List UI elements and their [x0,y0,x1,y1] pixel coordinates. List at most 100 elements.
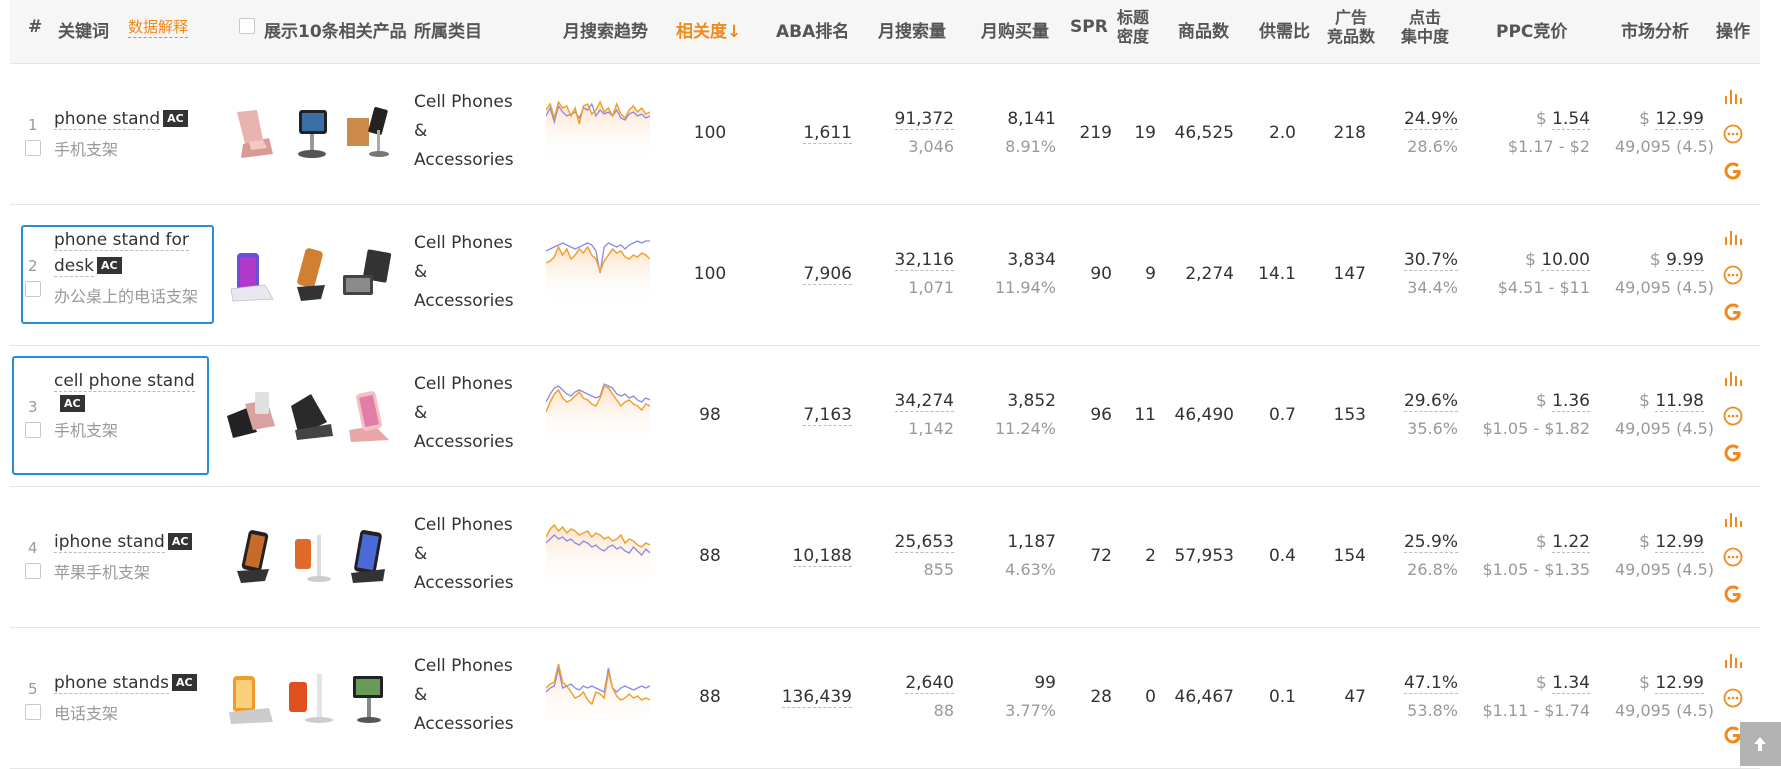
more-icon[interactable] [1723,265,1743,285]
chart-icon[interactable] [1723,650,1743,670]
relevance-value: 100 [693,123,727,143]
col-ppc[interactable]: PPC竞价 [1496,17,1567,42]
click-concentration-sub: 34.4% [1407,278,1458,297]
col-purchase-vol[interactable]: 月购买量 [981,17,1049,42]
col-search-vol[interactable]: 月搜索量 [878,17,946,42]
row-checkbox[interactable] [25,140,41,156]
ppc-bid[interactable]: 1.22 [1552,532,1590,553]
product-thumbnail[interactable] [281,245,339,305]
row-checkbox[interactable] [25,704,41,720]
market-currency: $ [1639,532,1650,552]
product-thumbnail[interactable] [223,245,281,305]
scroll-top-button[interactable] [1740,722,1781,766]
product-thumbnail[interactable] [281,386,339,446]
trend-sparkline[interactable] [546,235,650,305]
trend-sparkline[interactable] [546,517,650,587]
ppc-range: $4.51 - $11 [1497,278,1590,297]
product-thumbnail[interactable] [223,527,281,587]
show10-checkbox[interactable] [239,18,255,34]
ppc-bid[interactable]: 10.00 [1541,250,1590,271]
market-reviews: 49,095 (4.5) [1615,701,1714,720]
more-icon[interactable] [1723,547,1743,567]
more-icon[interactable] [1723,688,1743,708]
chart-icon[interactable] [1723,509,1743,529]
row-number: 1 [28,116,38,134]
supply-demand-ratio: 0.7 [1268,405,1296,425]
col-title-density[interactable]: 标题 密度 [1117,8,1149,46]
click-concentration[interactable]: 29.6% [1403,391,1458,412]
aba-rank[interactable]: 10,188 [792,546,852,567]
row-checkbox[interactable] [25,563,41,579]
market-price[interactable]: 9.99 [1666,250,1704,271]
spr-value: 28 [1090,687,1112,707]
click-concentration[interactable]: 30.7% [1403,250,1458,271]
col-spr[interactable]: SPR [1070,17,1108,37]
col-ops: 操作 [1716,22,1750,42]
col-ad-products[interactable]: 广告 竞品数 [1327,8,1375,46]
product-count: 2,274 [1185,264,1234,284]
relevance-value: 98 [699,405,721,425]
search-volume[interactable]: 25,653 [894,532,954,553]
product-thumbnail[interactable] [223,386,281,446]
product-thumbnail[interactable] [339,527,397,587]
trend-sparkline[interactable] [546,658,650,728]
col-products[interactable]: 商品数 [1178,17,1229,42]
chart-icon[interactable] [1723,227,1743,247]
product-thumbnail[interactable] [339,104,397,164]
google-icon[interactable] [1723,584,1743,604]
product-thumbnail[interactable] [281,668,339,728]
aba-rank[interactable]: 136,439 [781,687,852,708]
trend-sparkline[interactable] [546,94,650,164]
ppc-bid[interactable]: 1.36 [1552,391,1590,412]
search-volume[interactable]: 34,274 [894,391,954,412]
market-price[interactable]: 12.99 [1655,532,1704,553]
market-price[interactable]: 12.99 [1655,109,1704,130]
market-price[interactable]: 11.98 [1655,391,1704,412]
category-cell: Cell Phones & Accessories [414,656,514,734]
product-thumbnail[interactable] [339,245,397,305]
search-volume[interactable]: 2,640 [905,673,954,694]
keyword-text[interactable]: iphone stand [54,532,165,553]
chart-icon[interactable] [1723,368,1743,388]
trend-sparkline[interactable] [546,376,650,446]
aba-rank[interactable]: 7,906 [803,264,852,285]
col-keyword[interactable]: 关键词 [58,17,109,42]
col-category: 所属类目 [414,22,482,42]
product-thumbnail[interactable] [223,668,281,728]
chart-icon[interactable] [1723,86,1743,106]
market-price[interactable]: 12.99 [1655,673,1704,694]
col-supply-demand[interactable]: 供需比 [1259,17,1310,42]
click-concentration[interactable]: 25.9% [1403,532,1458,553]
keyword-text[interactable]: phone stands [54,673,169,694]
product-thumbnail[interactable] [281,104,339,164]
keyword-translation: 电话支架 [54,704,119,723]
col-market[interactable]: 市场分析 [1621,17,1689,42]
aba-rank[interactable]: 1,611 [803,123,852,144]
spr-value: 72 [1090,546,1112,566]
col-click-concentration[interactable]: 点击 集中度 [1401,8,1449,46]
google-icon[interactable] [1723,443,1743,463]
category-cell: Cell Phones & Accessories [414,515,514,593]
product-thumbnail[interactable] [339,386,397,446]
search-volume[interactable]: 91,372 [894,109,954,130]
keyword-text[interactable]: phone stand [54,109,161,130]
product-thumbnail[interactable] [339,668,397,728]
google-icon[interactable] [1723,302,1743,322]
google-icon[interactable] [1723,161,1743,181]
col-aba[interactable]: ABA排名 [776,17,849,42]
title-density-value: 11 [1134,405,1156,425]
spr-value: 96 [1090,405,1112,425]
ppc-bid[interactable]: 1.54 [1552,109,1590,130]
click-concentration[interactable]: 47.1% [1403,673,1458,694]
aba-rank[interactable]: 7,163 [803,405,852,426]
more-icon[interactable] [1723,124,1743,144]
more-icon[interactable] [1723,406,1743,426]
col-show10[interactable]: 展示10条相关产品 [264,17,407,42]
ppc-bid[interactable]: 1.34 [1552,673,1590,694]
product-thumbnail[interactable] [223,104,281,164]
col-relevance[interactable]: 相关度↓ [676,17,741,42]
click-concentration[interactable]: 24.9% [1403,109,1458,130]
product-thumbnail[interactable] [281,527,339,587]
search-volume[interactable]: 32,116 [894,250,954,271]
data-explain-link[interactable]: 数据解释 [128,16,189,38]
